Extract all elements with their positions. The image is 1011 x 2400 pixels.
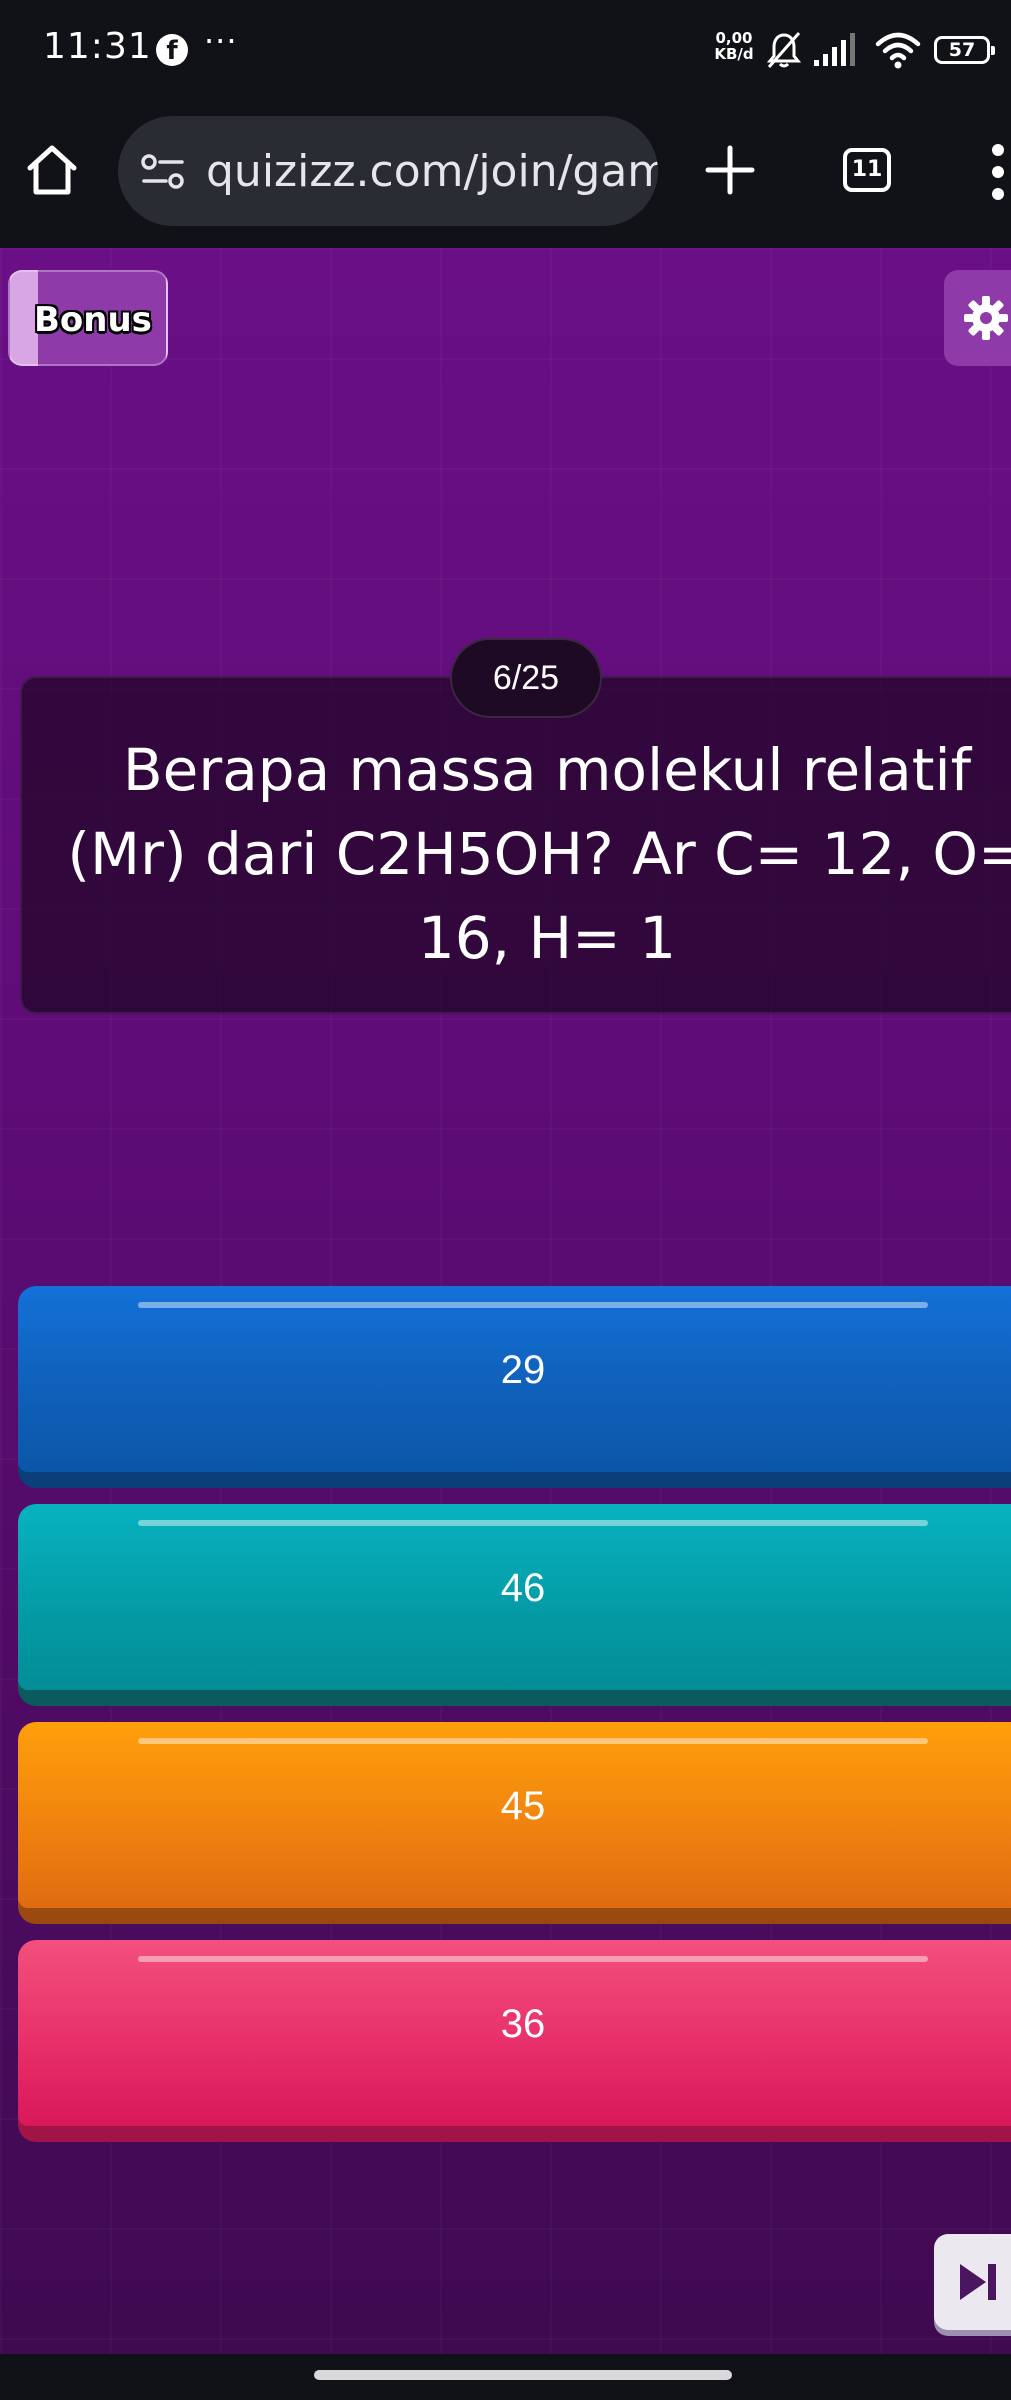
kebab-menu-icon[interactable] <box>988 140 1008 204</box>
bonus-button[interactable]: Bonus <box>8 270 168 366</box>
home-indicator[interactable] <box>314 2370 732 2380</box>
facebook-notification-icon: f <box>156 34 188 66</box>
answer-option-highlight <box>138 1302 928 1308</box>
answer-option-label: 45 <box>500 1784 546 1828</box>
answer-option-label: 46 <box>500 1566 546 1610</box>
network-speed-value: 0,00 <box>715 29 753 47</box>
answer-option-4[interactable]: 36 <box>18 1940 1011 2142</box>
gear-icon <box>964 296 1008 340</box>
wifi-icon <box>875 32 921 69</box>
status-time: 11:31 <box>43 26 152 67</box>
status-bar: 11:31 f ··· 0,00 KB/d 57 <box>0 0 1011 98</box>
bell-muted-icon <box>766 32 802 68</box>
skip-button[interactable] <box>934 2234 1011 2330</box>
tabs-icon[interactable]: 11 <box>843 148 891 192</box>
network-speed-unit: KB/d <box>714 45 754 63</box>
url-text: quizizz.com/join/game <box>206 146 658 197</box>
system-nav-bar <box>0 2354 1011 2400</box>
answer-option-1[interactable]: 29 <box>18 1286 1011 1488</box>
plus-icon[interactable] <box>704 144 756 196</box>
question-card: Berapa massa molekul relatif (Mr) dari C… <box>20 676 1011 1014</box>
quiz-area: Bonus Berapa massa molekul relatif (Mr) … <box>0 248 1011 2354</box>
network-speed: 0,00 KB/d <box>712 30 756 62</box>
answer-option-label: 36 <box>500 2002 546 2046</box>
browser-toolbar: quizizz.com/join/game 11 <box>0 98 1011 248</box>
answer-option-highlight <box>138 1520 928 1526</box>
skip-next-icon <box>960 2264 996 2300</box>
question-counter: 6/25 <box>450 638 602 718</box>
battery-indicator: 57 <box>934 36 995 64</box>
answer-option-label: 29 <box>500 1348 546 1392</box>
answer-option-highlight <box>138 1738 928 1744</box>
answer-option-2[interactable]: 46 <box>18 1504 1011 1706</box>
home-icon[interactable] <box>22 140 82 200</box>
question-text: Berapa massa molekul relatif (Mr) dari C… <box>67 736 1011 972</box>
answer-option-3[interactable]: 45 <box>18 1722 1011 1924</box>
answer-option-highlight <box>138 1956 928 1962</box>
site-info-icon[interactable] <box>140 152 186 192</box>
bonus-label: Bonus <box>34 300 152 340</box>
cellular-signal-icon <box>814 33 855 66</box>
more-notifications-icon: ··· <box>204 22 238 60</box>
address-bar[interactable]: quizizz.com/join/game <box>118 116 658 226</box>
settings-button[interactable] <box>944 270 1011 366</box>
